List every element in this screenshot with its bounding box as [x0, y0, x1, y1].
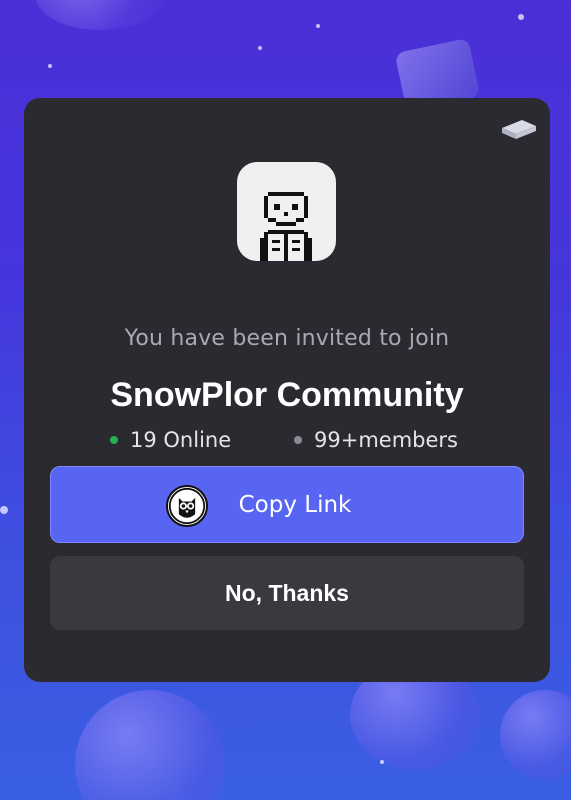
copy-link-button[interactable]: Copy Link	[50, 466, 524, 543]
decorative-sparkle	[380, 760, 384, 764]
no-thanks-button[interactable]: No, Thanks	[50, 556, 524, 630]
invite-card: You have been invited to join SnowPlor C…	[24, 98, 550, 682]
decorative-sparkle	[316, 24, 320, 28]
pixel-skeleton-icon	[260, 192, 312, 261]
invite-subtitle: You have been invited to join	[124, 326, 450, 351]
decorative-sparkle	[518, 14, 524, 20]
no-thanks-label: No, Thanks	[225, 579, 349, 606]
decorative-sparkle	[0, 506, 8, 514]
decorative-bubble	[75, 690, 225, 800]
server-stats: 19 Online 99+members	[24, 428, 550, 454]
members-count: 99+members	[314, 428, 458, 452]
cube-icon	[502, 120, 536, 139]
online-stat: 19 Online	[110, 428, 231, 452]
server-name: SnowPlor Community	[110, 376, 464, 414]
owl-icon	[166, 485, 208, 527]
decorative-bubble	[500, 690, 571, 780]
copy-link-label: Copy Link	[238, 491, 352, 518]
online-dot-icon	[110, 436, 118, 444]
decorative-bubble	[35, 0, 165, 30]
server-avatar	[237, 162, 336, 261]
decorative-sparkle	[258, 46, 262, 50]
members-stat: 99+members	[294, 428, 458, 452]
online-count: 19 Online	[130, 428, 232, 452]
decorative-sparkle	[48, 64, 52, 68]
members-dot-icon	[294, 436, 302, 444]
